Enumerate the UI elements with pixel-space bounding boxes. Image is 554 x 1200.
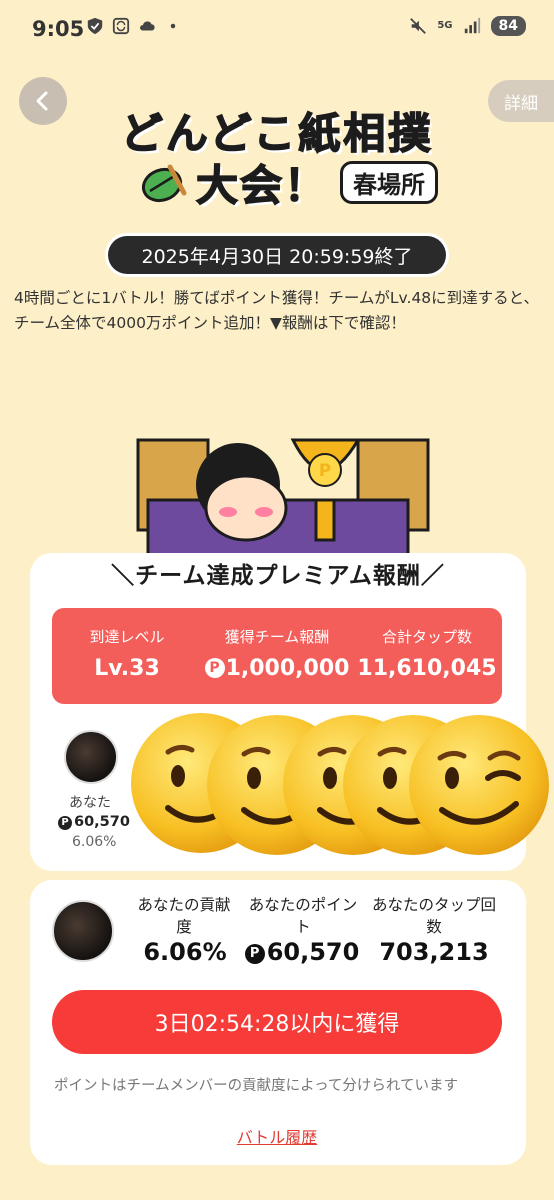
signal-icon bbox=[464, 17, 480, 34]
status-time: 9:05 bbox=[32, 17, 85, 41]
shield-check-icon bbox=[87, 17, 103, 35]
avatar[interactable] bbox=[52, 900, 114, 962]
member-points-number: 60,570 bbox=[74, 814, 130, 830]
battery-indicator: 84 bbox=[490, 16, 526, 36]
distribution-note: ポイントはチームメンバーの貢献度によって分けられています bbox=[54, 1078, 458, 1094]
sync-icon bbox=[112, 17, 130, 35]
point-coin-icon: P bbox=[58, 815, 72, 830]
event-title-secondary: 大会！ bbox=[195, 160, 329, 211]
point-coin-icon: P bbox=[244, 943, 265, 964]
claim-button[interactable]: 3日02:54:28以内に獲得 bbox=[52, 990, 502, 1054]
contribution-value: 6.06% bbox=[143, 938, 227, 966]
sumo-trophy-illustration: P bbox=[136, 438, 430, 557]
stat-label-taps: 合計タップ数 bbox=[381, 628, 472, 646]
contribution-label: あなたの貢献度 bbox=[137, 896, 231, 936]
points-value-number: 60,570 bbox=[266, 938, 360, 966]
premium-title: ＼チーム達成プレミアム報酬／ bbox=[111, 563, 445, 589]
team-stats-box: 到達レベル 獲得チーム報酬 合計タップ数 Lv.33 P 1,000,000 11… bbox=[52, 608, 502, 704]
deadline-pill: 2025年4月30日 20:59:59終了 bbox=[108, 236, 446, 274]
status-bar: 9:05 5G 84 bbox=[0, 0, 554, 58]
dot-icon bbox=[170, 23, 176, 29]
member-percent: 6.06% bbox=[72, 834, 117, 850]
stat-value-reward-number: 1,000,000 bbox=[225, 656, 350, 681]
leaf-icon bbox=[141, 164, 187, 202]
stat-label-reward: 獲得チーム報酬 bbox=[224, 628, 330, 646]
stat-value-reward: P 1,000,000 bbox=[202, 656, 352, 681]
stat-label-level: 到達レベル bbox=[89, 628, 165, 646]
member-name: あなた bbox=[69, 795, 111, 811]
status-icons-right: 5G 84 bbox=[409, 16, 526, 36]
status-icons-left bbox=[86, 17, 182, 35]
stat-value-taps: 11,610,045 bbox=[357, 656, 497, 681]
stat-value-level: Lv.33 bbox=[94, 656, 160, 681]
network-label: 5G bbox=[437, 20, 453, 31]
cloud-icon bbox=[140, 21, 155, 31]
points-label: あなたのポイント bbox=[248, 896, 358, 936]
taps-value: 703,213 bbox=[379, 938, 489, 966]
member-points: P 60,570 bbox=[58, 814, 130, 830]
battle-history-link[interactable]: バトル履歴 bbox=[0, 1124, 554, 1148]
winking-face-emoji-icon bbox=[409, 715, 549, 855]
points-value: P 60,570 bbox=[240, 938, 364, 966]
point-coin-icon: P bbox=[204, 658, 225, 678]
season-badge: 春場所 bbox=[340, 161, 439, 204]
event-subtitle-row: 大会！ 春場所 bbox=[140, 152, 439, 213]
svg-text:P: P bbox=[319, 461, 331, 481]
taps-label: あなたのタップ回数 bbox=[371, 896, 496, 936]
event-description: 4時間ごとに1バトル！勝てばポイント獲得！チームがLv.48に到達すると、チーム… bbox=[14, 289, 540, 332]
mute-icon bbox=[410, 18, 427, 34]
avatar[interactable] bbox=[64, 730, 118, 784]
